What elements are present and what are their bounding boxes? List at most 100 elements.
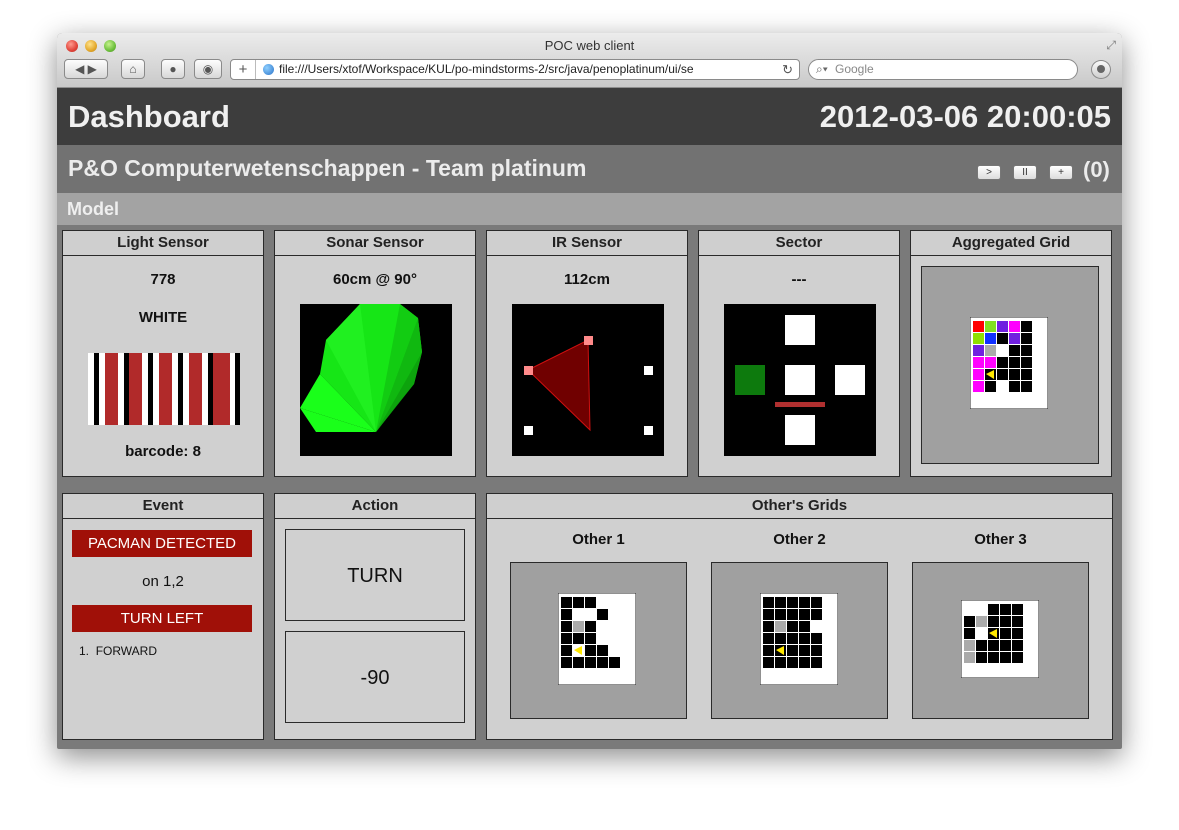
event-queue-item: 1. FORWARD <box>79 644 158 658</box>
search-placeholder: Google <box>835 62 874 76</box>
grid-cell <box>973 357 984 368</box>
grid-cell <box>585 657 596 668</box>
home-icon: ⌂ <box>129 62 137 76</box>
ir-point <box>584 336 593 345</box>
grid-cell <box>787 609 798 620</box>
history-button[interactable]: ● <box>161 59 185 79</box>
grid-cell <box>787 621 798 632</box>
back-icon[interactable]: ◀ <box>75 62 84 76</box>
grid-cell <box>775 633 786 644</box>
grid-cell <box>997 381 1008 392</box>
grid-cell <box>976 604 987 615</box>
shield-icon: ◉ <box>202 62 214 76</box>
grid-cell <box>964 628 975 639</box>
add-button[interactable]: + <box>1049 165 1073 180</box>
grid-cell <box>763 597 774 608</box>
grid-cell <box>985 345 996 356</box>
panel-title: Aggregated Grid <box>911 231 1111 256</box>
grid-cell <box>976 628 987 639</box>
grid-cell <box>976 652 987 663</box>
ir-point <box>524 366 533 375</box>
panel-title: Sonar Sensor <box>275 231 475 256</box>
grid-cell <box>609 609 620 620</box>
light-value: 778 <box>150 271 176 288</box>
grid-cell <box>1009 369 1020 380</box>
grid-cell <box>811 645 822 656</box>
grid-cell <box>988 652 999 663</box>
grid-cell <box>976 640 987 651</box>
grid-cell <box>775 609 786 620</box>
grid-cell <box>597 633 608 644</box>
grid-cell <box>1021 357 1032 368</box>
address-bar[interactable]: + file:///Users/xtof/Workspace/KUL/po-mi… <box>230 59 800 80</box>
other-3-grid-area <box>912 562 1089 719</box>
grid-cell <box>763 657 774 668</box>
grid-cell <box>997 369 1008 380</box>
grid-cell <box>1021 321 1032 332</box>
bookmark-button[interactable]: ◉ <box>194 59 222 79</box>
grid-cell <box>1012 640 1023 651</box>
grid-cell <box>799 645 810 656</box>
grid-cell <box>763 645 774 656</box>
grid-cell <box>609 645 620 656</box>
downloads-button[interactable] <box>1091 60 1111 79</box>
queue-count: (0) <box>1083 157 1110 182</box>
panel-title: Action <box>275 494 475 519</box>
datetime: 2012-03-06 20:00:05 <box>819 99 1111 134</box>
globe-icon <box>263 64 274 75</box>
other-1-grid <box>558 593 636 685</box>
grid-cell <box>1000 652 1011 663</box>
forward-icon[interactable]: ▶ <box>88 62 97 76</box>
grid-cell <box>561 609 572 620</box>
grid-cell <box>597 621 608 632</box>
next-action-badge: TURN LEFT <box>72 605 252 632</box>
grid-cell <box>1009 357 1020 368</box>
grid-cell <box>561 597 572 608</box>
grid-cell <box>597 645 608 656</box>
add-bookmark-icon[interactable]: + <box>231 60 256 79</box>
home-button[interactable]: ⌂ <box>121 59 145 79</box>
reload-icon[interactable]: ↻ <box>782 60 793 79</box>
url-text[interactable]: file:///Users/xtof/Workspace/KUL/po-mind… <box>279 60 774 79</box>
grid-cell <box>573 633 584 644</box>
fullscreen-icon[interactable]: ⤢ <box>1106 38 1116 53</box>
back-forward-buttons[interactable]: ◀ ▶ <box>64 59 108 79</box>
panel-title: Other's Grids <box>487 494 1112 519</box>
grid-cell <box>1000 628 1011 639</box>
grid-cell <box>585 621 596 632</box>
grid-cell <box>561 645 572 656</box>
grid-cell <box>763 633 774 644</box>
grid-cell <box>609 633 620 644</box>
grid-cell <box>985 333 996 344</box>
grid-cell <box>573 621 584 632</box>
grid-cell <box>985 381 996 392</box>
event-location: on 1,2 <box>142 573 184 590</box>
grid-cell <box>964 616 975 627</box>
grid-cell <box>787 633 798 644</box>
play-button[interactable]: > <box>977 165 1001 180</box>
grid-cell <box>597 597 608 608</box>
action-value: -90 <box>285 631 465 723</box>
grid-cell <box>585 597 596 608</box>
grid-cell <box>787 657 798 668</box>
grid-cell <box>609 657 620 668</box>
pause-button[interactable]: II <box>1013 165 1037 180</box>
team-title: P&O Computerwetenschappen - Team platinu… <box>68 155 587 181</box>
panel-title: IR Sensor <box>487 231 687 256</box>
grid-cell <box>997 333 1008 344</box>
grid-cell <box>811 657 822 668</box>
grid-cell <box>997 321 1008 332</box>
grid-cell <box>973 333 984 344</box>
other-1-title: Other 1 <box>572 531 625 548</box>
grid-cell <box>964 640 975 651</box>
search-input[interactable]: ⌕▾ Google <box>808 59 1078 80</box>
grid-cell <box>609 621 620 632</box>
grid-cell <box>1009 345 1020 356</box>
grid-cell <box>964 652 975 663</box>
grid-cell <box>1000 664 1011 675</box>
grid-cell <box>1012 604 1023 615</box>
grid-cell <box>1012 628 1023 639</box>
grid-cell <box>985 357 996 368</box>
grid-cell <box>799 621 810 632</box>
action-name: TURN <box>285 529 465 621</box>
